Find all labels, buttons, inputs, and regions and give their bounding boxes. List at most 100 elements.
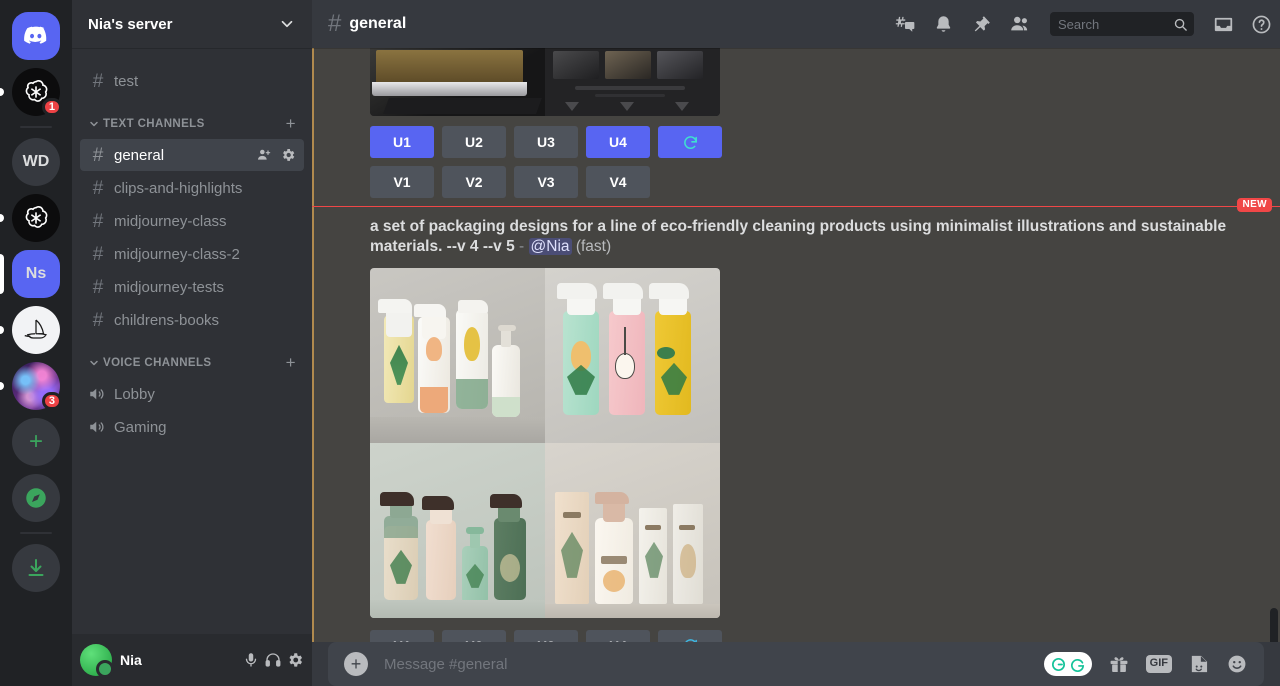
server-name: Nia's server xyxy=(88,15,173,33)
download-apps-button[interactable] xyxy=(0,544,72,592)
category-label: TEXT CHANNELS xyxy=(103,118,205,130)
search-box[interactable] xyxy=(1050,12,1194,36)
server-header[interactable]: Nia's server xyxy=(72,0,312,48)
unread-badge: 3 xyxy=(41,392,62,410)
notification-bell-icon[interactable] xyxy=(933,14,954,35)
discord-logo-icon xyxy=(12,12,60,60)
hash-icon: # xyxy=(92,177,104,199)
server-rail-item-wd[interactable]: WD xyxy=(0,138,72,186)
sidebar-item-test[interactable]: # test xyxy=(80,65,304,97)
user-settings-gear-icon[interactable] xyxy=(286,651,304,669)
upscale-button-u3[interactable]: U3 xyxy=(514,126,578,158)
category-label: VOICE CHANNELS xyxy=(103,357,212,369)
variation-button-v3[interactable]: V3 xyxy=(514,166,578,198)
midjourney-grid-attachment[interactable] xyxy=(370,267,720,618)
channel-label: midjourney-tests xyxy=(114,278,225,296)
active-server-indicator xyxy=(0,254,4,294)
server-rail-item-nias-server[interactable]: Ns xyxy=(0,250,72,298)
text-avatar: Ns xyxy=(12,250,60,298)
gift-icon[interactable] xyxy=(1108,653,1130,675)
pinned-messages-icon[interactable] xyxy=(971,14,992,35)
channel-topbar: # general xyxy=(312,0,1280,48)
sidebar-item-general[interactable]: # general xyxy=(80,139,304,171)
upscale-button-u4[interactable]: U4 xyxy=(586,126,650,158)
headphones-icon[interactable] xyxy=(264,651,282,669)
mention-nia[interactable]: @Nia xyxy=(528,238,572,256)
hash-icon: # xyxy=(92,243,104,265)
help-icon[interactable] xyxy=(1251,14,1272,35)
message-input[interactable] xyxy=(384,655,1044,673)
new-messages-divider: NEW xyxy=(312,198,1280,212)
server-initials: Ns xyxy=(25,265,47,282)
upscale-button-u2[interactable]: U2 xyxy=(442,126,506,158)
sidebar-item-gaming[interactable]: Gaming xyxy=(80,411,304,443)
upscale-button-u3[interactable]: U3 xyxy=(514,629,578,642)
sidebar-item-midjourney-class-2[interactable]: # midjourney-class-2 xyxy=(80,238,304,270)
sidebar-item-childrens-books[interactable]: # childrens-books xyxy=(80,304,304,336)
create-voice-channel-button[interactable]: + xyxy=(286,353,304,373)
search-input[interactable] xyxy=(1058,16,1173,32)
search-icon xyxy=(1173,17,1188,32)
message-composer[interactable]: + GIF xyxy=(328,642,1264,686)
category-voice-channels[interactable]: VOICE CHANNELS + xyxy=(72,337,312,377)
avatar[interactable] xyxy=(80,644,114,678)
explore-servers-button[interactable] xyxy=(0,474,72,522)
speaker-icon xyxy=(88,385,108,403)
unread-indicator xyxy=(0,88,4,96)
sidebar-item-clips-and-highlights[interactable]: # clips-and-highlights xyxy=(80,172,304,204)
attachment-left-thumb xyxy=(370,48,545,116)
rail-divider xyxy=(20,532,52,534)
threads-icon[interactable] xyxy=(894,13,916,35)
sidebar-item-midjourney-tests[interactable]: # midjourney-tests xyxy=(80,271,304,303)
sidebar-item-midjourney-class[interactable]: # midjourney-class xyxy=(80,205,304,237)
hash-icon: # xyxy=(92,276,104,298)
invite-icon[interactable] xyxy=(256,147,272,163)
message-list[interactable]: U1 U2 U3 U4 V1 V2 V3 V4 NEW a set of pac… xyxy=(312,48,1280,642)
server-rail-item-openai[interactable]: 1 xyxy=(0,68,72,116)
previous-attachment[interactable] xyxy=(370,48,720,116)
emoji-icon[interactable] xyxy=(1226,653,1248,675)
variation-button-v2[interactable]: V2 xyxy=(442,166,506,198)
upscale-button-u1[interactable]: U1 xyxy=(370,126,434,158)
inbox-icon[interactable] xyxy=(1213,14,1234,35)
user-panel: Nia xyxy=(72,634,312,686)
variation-button-v4[interactable]: V4 xyxy=(586,166,650,198)
unread-indicator xyxy=(0,326,4,334)
server-rail-item-discord-home[interactable] xyxy=(0,12,72,60)
message-scrollbar[interactable] xyxy=(1270,608,1278,642)
reroll-button[interactable] xyxy=(658,629,722,642)
midjourney-sailboat-icon xyxy=(12,306,60,354)
hash-icon: # xyxy=(92,210,104,232)
plus-icon: + xyxy=(12,418,60,466)
upscale-button-u2[interactable]: U2 xyxy=(442,629,506,642)
discord-app: 1 WD Ns 3 + Nia's server # test TEXT CHA… xyxy=(0,0,1280,686)
upscale-button-u1[interactable]: U1 xyxy=(370,629,434,642)
grammarly-icon[interactable] xyxy=(1043,652,1092,676)
message-buttons-row: U1 U2 U3 U4 xyxy=(314,626,1280,642)
member-list-icon[interactable] xyxy=(1009,13,1031,35)
category-text-channels[interactable]: TEXT CHANNELS + xyxy=(72,98,312,138)
reroll-button[interactable] xyxy=(658,126,722,158)
add-server-button[interactable]: + xyxy=(0,418,72,466)
message-prompt: a set of packaging designs for a line of… xyxy=(370,218,1227,256)
sticker-icon[interactable] xyxy=(1188,653,1210,675)
create-channel-button[interactable]: + xyxy=(286,114,304,134)
rail-divider xyxy=(20,126,52,128)
plus-circle-icon[interactable]: + xyxy=(344,652,368,676)
server-rail-item-openai-2[interactable] xyxy=(0,194,72,242)
server-rail-item-midjourney[interactable] xyxy=(0,306,72,354)
upscale-button-u4[interactable]: U4 xyxy=(586,629,650,642)
server-rail-item-nebula[interactable]: 3 xyxy=(0,362,72,410)
refresh-icon xyxy=(682,637,699,642)
variation-button-v1[interactable]: V1 xyxy=(370,166,434,198)
gif-icon[interactable]: GIF xyxy=(1145,655,1172,673)
hash-icon: # xyxy=(92,309,104,331)
channel-label: midjourney-class-2 xyxy=(114,245,240,263)
hash-icon: # xyxy=(92,144,104,166)
microphone-icon[interactable] xyxy=(242,651,260,669)
download-icon xyxy=(12,544,60,592)
channel-label: test xyxy=(114,72,139,90)
sidebar-item-lobby[interactable]: Lobby xyxy=(80,378,304,410)
unread-badge: 1 xyxy=(41,98,62,116)
settings-gear-icon[interactable] xyxy=(280,147,296,163)
